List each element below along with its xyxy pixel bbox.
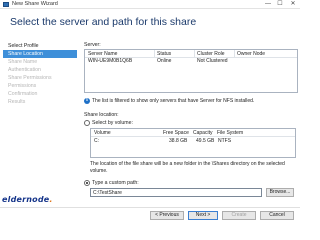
nav-item-results: Results [8,99,26,105]
browse-button[interactable]: Browse... [266,188,294,197]
select-by-volume-label[interactable]: Select by volume: [92,120,133,126]
share-location-note: The location of the file share will be a… [90,161,285,174]
nav-item-authentication: Authentication [8,67,41,73]
volume-table: Volume Free Space Capacity File System C… [90,128,296,158]
custom-path-input[interactable]: C:\TestShare [90,188,262,197]
info-icon: i [84,98,90,104]
custom-path-label[interactable]: Type a custom path: [92,180,139,186]
nav-item-confirmation: Confirmation [8,91,38,97]
wizard-nav: Select Profile Share Location Share Name… [3,42,77,106]
filter-info-text: The list is filtered to show only server… [92,98,255,104]
cell-status: Online [157,58,172,64]
title-bar: New Share Wizard — ☐ ✕ [0,0,300,9]
minimize-icon[interactable]: — [262,0,274,9]
previous-button[interactable]: < Previous [150,211,184,220]
next-button[interactable]: Next > [188,211,218,220]
cell-capacity: 49.5 GB [196,138,215,144]
nav-item-permissions: Permissions [8,83,37,89]
eldernode-watermark: eldernode. [2,195,53,204]
table-row[interactable]: WIN-UE9M0B1Q6B Online Not Clustered [86,58,296,65]
server-label: Server: [84,42,101,48]
nav-item-share-location[interactable]: Share Location [3,50,77,58]
maximize-icon[interactable]: ☐ [274,0,286,9]
cell-cluster-role: Not Clustered [197,58,228,64]
nav-item-select-profile[interactable]: Select Profile [3,42,77,50]
select-by-volume-radio[interactable] [84,120,90,126]
cell-free-space: 38.8 GB [169,138,188,144]
close-icon[interactable]: ✕ [287,0,299,9]
cell-server-name: WIN-UE9M0B1Q6B [88,58,133,64]
server-table: Server Name Status Cluster Role Owner No… [84,49,298,93]
footer-divider [0,207,300,208]
window-title: New Share Wizard [12,1,58,7]
page-heading: Select the server and path for this shar… [10,16,197,28]
cell-file-system: NTFS [218,138,232,144]
cell-volume[interactable]: C: [94,138,99,144]
wizard-icon [3,2,9,7]
nav-item-share-name: Share Name [8,59,38,65]
create-button: Create [222,211,256,220]
custom-path-radio[interactable] [84,180,90,186]
cancel-button[interactable]: Cancel [260,211,294,220]
nav-item-share-permissions: Share Permissions [8,75,52,81]
share-location-label: Share location: [84,112,119,118]
